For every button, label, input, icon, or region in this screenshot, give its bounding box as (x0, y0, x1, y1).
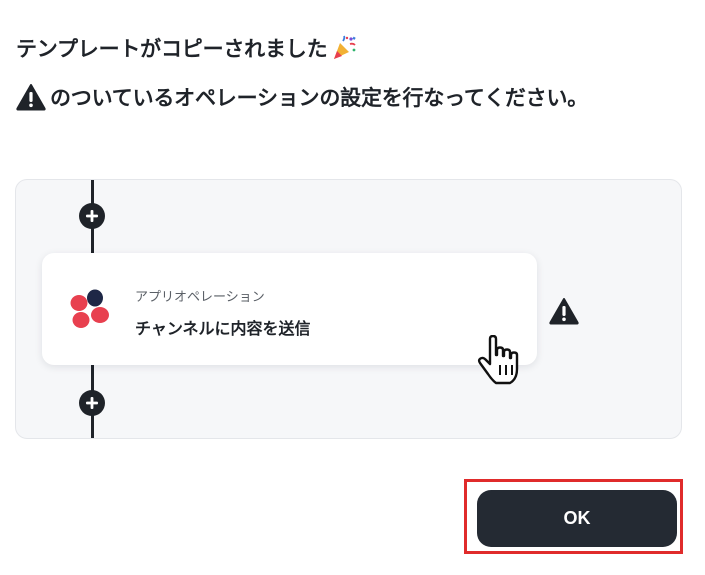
operation-type-label: アプリオペレーション (135, 290, 265, 305)
operation-warning-icon (549, 297, 579, 325)
pointer-cursor-icon (476, 334, 520, 387)
configure-instruction: のついているオペレーションの設定を行なってください。 (16, 82, 588, 112)
flow-preview-canvas: アプリオペレーション チャンネルに内容を送信 (15, 179, 682, 439)
operation-title: チャンネルに内容を送信 (135, 319, 311, 338)
add-step-button-top[interactable] (79, 203, 105, 229)
operation-card[interactable]: アプリオペレーション チャンネルに内容を送信 (42, 253, 537, 365)
copy-complete-text: テンプレートがコピーされました (16, 37, 328, 61)
plus-icon (86, 210, 98, 222)
configure-instruction-text: のついているオペレーションの設定を行なってください。 (50, 86, 589, 110)
add-step-button-bottom[interactable] (79, 390, 105, 416)
ok-button[interactable]: OK (477, 490, 677, 547)
warning-icon (16, 83, 46, 111)
plus-icon (86, 397, 98, 409)
app-logo-icon (70, 288, 114, 332)
copy-complete-message: テンプレートがコピーされました (16, 33, 357, 63)
party-popper-icon (331, 35, 357, 61)
